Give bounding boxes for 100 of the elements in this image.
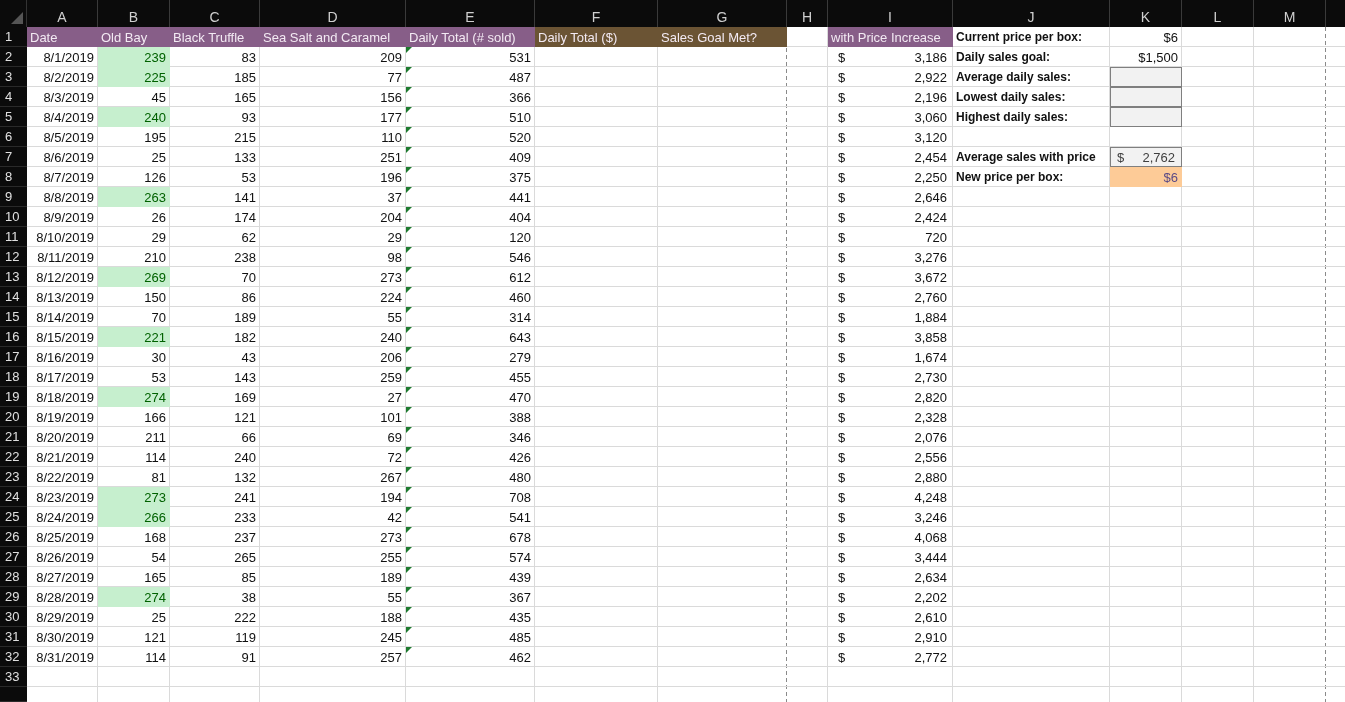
row-header[interactable]: 30 [0,607,27,627]
row-header[interactable]: 6 [0,127,27,147]
table-cell: 487 [509,69,531,85]
row-header[interactable]: 16 [0,327,27,347]
table-cell-text: 101 [379,408,403,427]
row-header[interactable]: 21 [0,427,27,447]
row-header[interactable]: 24 [0,487,27,507]
table-cell: 2,076 [914,429,947,445]
table-cell-text: 255 [379,548,403,567]
table-cell: 2,820 [914,389,947,405]
table-cell-text: 177 [379,108,403,127]
table-cell-text: 29 [150,228,167,247]
input-field[interactable] [1110,107,1182,127]
table-cell-text: 27 [386,388,403,407]
row-header[interactable]: 20 [0,407,27,427]
table-cell-text: 8/7/2019 [42,168,95,187]
select-all-icon[interactable] [11,12,23,24]
table-cell-text: 233 [233,508,257,527]
field-value: 2,762 [1142,149,1175,165]
table-cell-text: 37 [386,188,403,207]
column-header[interactable]: E [406,0,535,27]
row-header[interactable]: 3 [0,67,27,87]
table-cell-text: 45 [150,88,167,107]
column-header[interactable]: K [1110,0,1182,27]
column-header[interactable]: G [658,0,787,27]
table-cell: 2,634 [914,569,947,585]
table-cell-text: 257 [379,648,403,667]
table-cell-text: 8/27/2019 [35,568,95,587]
column-title: Black Truffle [170,27,260,47]
column-header[interactable]: C [170,0,260,27]
column-header[interactable]: F [535,0,658,27]
column-header[interactable]: J [953,0,1110,27]
select-all-button[interactable] [0,0,27,27]
row-header[interactable]: 19 [0,387,27,407]
row-header[interactable]: 13 [0,267,27,287]
row-header[interactable]: 2 [0,47,27,67]
row-header[interactable]: 32 [0,647,27,667]
table-cell-text: 174 [233,208,257,227]
currency-sign: $ [838,289,846,305]
row-header[interactable]: 26 [0,527,27,547]
currency-sign: $ [838,569,846,585]
row-header[interactable]: 33 [0,667,27,687]
row-header[interactable]: 28 [0,567,27,587]
table-cell: 3,276 [914,249,947,265]
currency-sign: $ [838,629,846,645]
row-header[interactable]: 8 [0,167,27,187]
table-cell: 3,186 [914,49,947,65]
table-cell-text: 165 [143,568,167,587]
row-header[interactable]: 7 [0,147,27,167]
row-header[interactable]: 1 [0,27,27,47]
table-cell-text: 70 [240,268,257,287]
row-header[interactable]: 11 [0,227,27,247]
row-header[interactable]: 5 [0,107,27,127]
row-header[interactable]: 18 [0,367,27,387]
table-cell: 404 [509,209,531,225]
row-header[interactable]: 14 [0,287,27,307]
row-header[interactable]: 4 [0,87,27,107]
input-field[interactable] [1110,87,1182,107]
table-cell: 485 [509,629,531,645]
table-cell-text: 132 [233,468,257,487]
column-header[interactable]: I [828,0,953,27]
row-header[interactable]: 23 [0,467,27,487]
table-cell-text: 70 [150,308,167,327]
table-cell: 366 [509,89,531,105]
table-cell-text: 8/6/2019 [42,148,95,167]
row-header[interactable]: 12 [0,247,27,267]
table-cell: 2,454 [914,149,947,165]
row-header[interactable]: 9 [0,187,27,207]
summary-label: New price per box: [955,169,1065,186]
column-header[interactable]: A [27,0,98,27]
table-cell-text: 165 [233,88,257,107]
input-field[interactable] [1110,67,1182,87]
row-header[interactable]: 22 [0,447,27,467]
table-cell: 2,730 [914,369,947,385]
table-cell-text: 185 [233,68,257,87]
input-field[interactable]: $6 [1110,167,1182,187]
currency-sign: $ [1117,149,1125,165]
row-header[interactable]: 31 [0,627,27,647]
row-header[interactable]: 10 [0,207,27,227]
table-cell-text: 55 [386,308,403,327]
header-bar-background [1326,0,1345,27]
row-header[interactable]: 27 [0,547,27,567]
table-cell: 269 [98,267,170,287]
currency-sign: $ [838,649,846,665]
row-header[interactable]: 17 [0,347,27,367]
table-cell: 388 [509,409,531,425]
column-header[interactable]: D [260,0,406,27]
table-cell-text: 251 [379,148,403,167]
column-header[interactable]: M [1254,0,1326,27]
table-cell-text: 126 [143,168,167,187]
table-cell-text: 267 [379,468,403,487]
table-cell-text: 211 [144,428,167,447]
table-cell: 708 [509,489,531,505]
column-header[interactable]: H [787,0,828,27]
row-header[interactable]: 15 [0,307,27,327]
row-header[interactable]: 29 [0,587,27,607]
row-header[interactable]: 25 [0,507,27,527]
table-cell-text: 222 [233,608,257,627]
column-header[interactable]: L [1182,0,1254,27]
column-header[interactable]: B [98,0,170,27]
